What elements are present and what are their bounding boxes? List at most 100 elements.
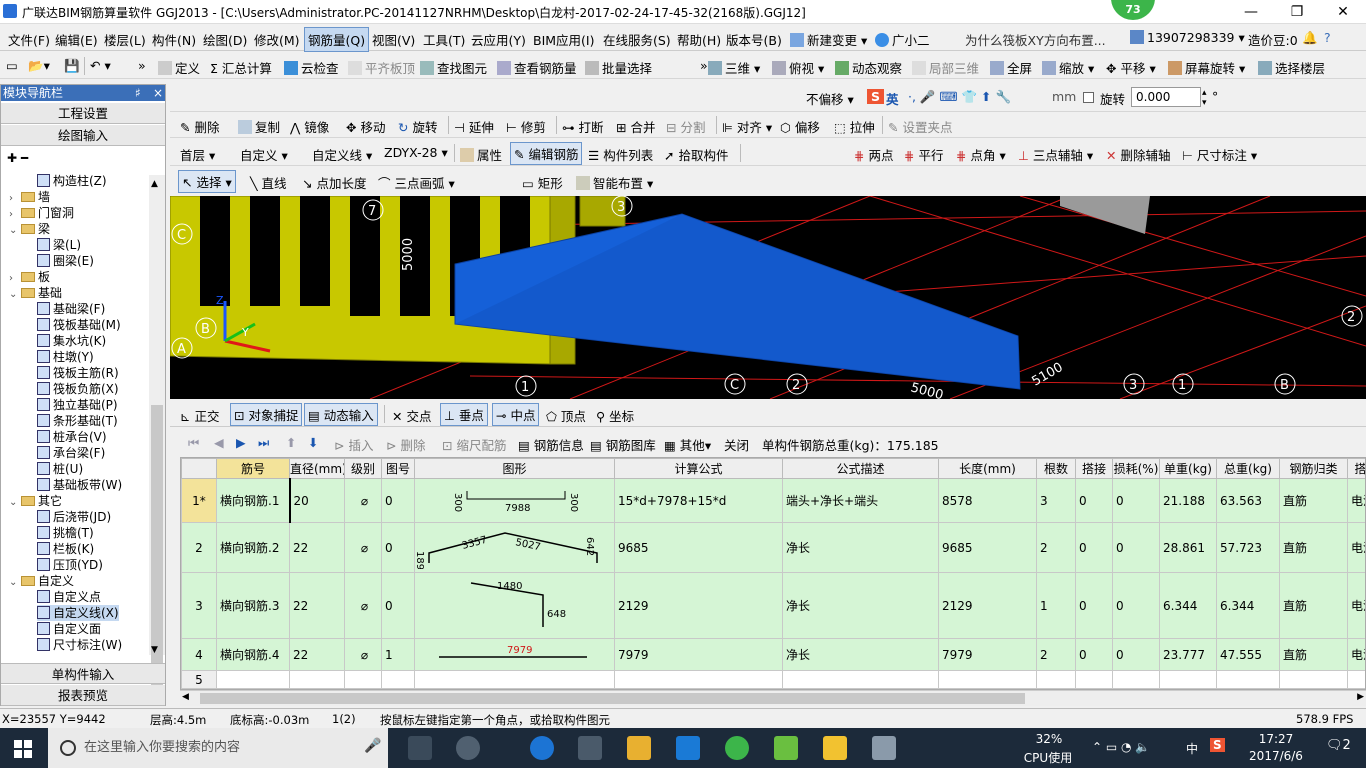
tree-item[interactable]: › 板: [9, 269, 50, 285]
collapse-icon[interactable]: ⌄: [9, 287, 19, 303]
table-cell[interactable]: [1112, 670, 1160, 689]
microphone-icon[interactable]: 🎤: [364, 738, 381, 754]
row-number[interactable]: 2: [181, 522, 217, 573]
nav-next-icon[interactable]: ▶: [236, 435, 246, 450]
insert-button[interactable]: ⊳ 插入: [334, 435, 373, 454]
taskbar-search[interactable]: 在这里输入你要搜索的内容: [48, 728, 388, 768]
local-3d-button[interactable]: 局部三维: [912, 58, 979, 77]
faq-link[interactable]: 为什么筏板XY方向布置...: [965, 30, 1106, 49]
table-cell[interactable]: 6.344: [1216, 572, 1280, 639]
rectangle-button[interactable]: ▭ 矩形: [522, 173, 563, 192]
intersection-snap-button[interactable]: ✕ 交点: [392, 406, 431, 425]
tree-item[interactable]: 构造柱(Z): [37, 173, 107, 189]
table-cell[interactable]: 电渣压力: [1347, 638, 1365, 671]
3d-viewport[interactable]: Z Y C B A 7 5000 3 1 C 2 5100 3 1 B 2 50…: [170, 196, 1366, 399]
type-select[interactable]: 自定义 ▾: [240, 145, 288, 164]
delete-axis-button[interactable]: ✕ 删除辅轴: [1106, 145, 1170, 164]
table-cell[interactable]: 净长: [782, 572, 939, 639]
table-cell[interactable]: 0: [1112, 522, 1160, 573]
menu-component[interactable]: 构件(N): [152, 30, 196, 49]
orbit-button[interactable]: 动态观察: [835, 58, 902, 77]
midpoint-snap-button[interactable]: ⊸ 中点: [492, 403, 540, 426]
collapse-icon[interactable]: ⌄: [9, 223, 19, 239]
row-number[interactable]: 4: [181, 638, 217, 671]
three-point-axis-button[interactable]: ⊥ 三点辅轴 ▾: [1018, 145, 1093, 164]
table-cell[interactable]: 7979: [938, 638, 1037, 671]
shape-cell[interactable]: 300 7988 300: [414, 478, 615, 523]
rotate-checkbox[interactable]: [1083, 92, 1094, 103]
line-tool-button[interactable]: ╲ 直线: [250, 173, 287, 192]
table-cell[interactable]: 0: [381, 572, 415, 639]
table-cell[interactable]: ⌀: [344, 522, 382, 573]
toolbar-overflow-icon-2[interactable]: »: [700, 58, 708, 73]
360-icon[interactable]: [725, 736, 749, 760]
project-settings-button[interactable]: 工程设置: [1, 103, 165, 124]
minimize-button[interactable]: —: [1228, 0, 1274, 24]
table-cell[interactable]: 47.555: [1216, 638, 1280, 671]
move-down-icon[interactable]: ⬇: [308, 435, 318, 450]
menu-modify[interactable]: 修改(M): [254, 30, 300, 49]
point-length-button[interactable]: ↘ 点加长度: [302, 173, 366, 192]
rotate-button[interactable]: ↻ 旋转: [398, 117, 437, 136]
open-folder-icon[interactable]: 📂▾: [28, 58, 50, 74]
trim-button[interactable]: ⊢ 修剪: [506, 117, 546, 136]
tree-item[interactable]: 自定义面: [37, 621, 101, 637]
break-button[interactable]: ⊶ 打断: [562, 117, 604, 136]
tree-item[interactable]: ⌄ 其它: [9, 493, 62, 509]
table-cell[interactable]: [614, 670, 783, 689]
table-cell[interactable]: ⌀: [344, 572, 382, 639]
screen-rotate-button[interactable]: 屏幕旋转 ▾: [1168, 58, 1245, 77]
offset-button[interactable]: ⬡ 偏移: [780, 117, 820, 136]
select-floor-button[interactable]: 选择楼层: [1258, 58, 1325, 77]
table-cell[interactable]: 电渣压力: [1347, 572, 1365, 639]
col-figure-no[interactable]: 图号: [381, 458, 415, 479]
shape-cell[interactable]: 1480 648: [414, 572, 615, 639]
copy-button[interactable]: 复制: [238, 117, 280, 136]
table-cell[interactable]: 直筋: [1279, 572, 1348, 639]
ime-logo-icon[interactable]: S: [867, 89, 885, 104]
split-button[interactable]: ⊟ 分割: [666, 117, 705, 136]
cloud-check-button[interactable]: 云检查: [284, 58, 339, 77]
table-cell[interactable]: 横向钢筋.3: [216, 572, 290, 639]
tree-item[interactable]: 柱墩(Y): [37, 349, 94, 365]
windows-start-icon[interactable]: [14, 740, 32, 758]
table-cell[interactable]: 22: [289, 638, 345, 671]
tree-item[interactable]: 承台梁(F): [37, 445, 105, 461]
fullscreen-button[interactable]: 全屏: [990, 58, 1032, 77]
tree-scrollbar[interactable]: ▲ ▼: [149, 175, 165, 705]
ime-mode[interactable]: 英: [886, 89, 899, 108]
table-cell[interactable]: 57.723: [1216, 522, 1280, 573]
table-cell[interactable]: 8578: [938, 478, 1037, 523]
ortho-button[interactable]: ⊾ 正交: [180, 406, 219, 425]
col-diameter[interactable]: 直径(mm): [289, 458, 345, 479]
table-cell[interactable]: 0: [1075, 638, 1113, 671]
tree-item[interactable]: 自定义线(X): [37, 605, 119, 621]
select-tool-button[interactable]: ↖ 选择 ▾: [178, 170, 236, 193]
table-cell[interactable]: 0: [1075, 572, 1113, 639]
code-select[interactable]: ZDYX-28 ▾: [384, 145, 448, 160]
table-cell[interactable]: [1036, 670, 1076, 689]
tree-item[interactable]: 自定义点: [37, 589, 101, 605]
table-cell[interactable]: 2: [1036, 638, 1076, 671]
col-grade[interactable]: 级别: [344, 458, 382, 479]
menu-view[interactable]: 视图(V): [372, 30, 415, 49]
menu-new-change[interactable]: 新建变更 ▾: [790, 30, 867, 49]
report-preview-button[interactable]: 报表预览: [1, 685, 165, 706]
scale-rebar-button[interactable]: ⊡ 缩尺配筋: [442, 435, 506, 454]
table-hscrollbar[interactable]: ◀ ▶: [180, 690, 1366, 706]
col-length[interactable]: 长度(mm): [938, 458, 1037, 479]
col-category[interactable]: 钢筋归类: [1279, 458, 1348, 479]
table-cell[interactable]: 0: [1112, 638, 1160, 671]
menu-file[interactable]: 文件(F): [8, 30, 50, 49]
help-icon[interactable]: ?: [1324, 30, 1331, 45]
table-cell[interactable]: 0: [1075, 478, 1113, 523]
object-snap-button[interactable]: ⊡ 对象捕捉: [230, 403, 303, 426]
notepad-icon[interactable]: [774, 736, 798, 760]
rotate-spinner[interactable]: ▴ ▾: [1202, 88, 1207, 108]
menu-online[interactable]: 在线服务(S): [603, 30, 671, 49]
align-button[interactable]: ⊫ 对齐 ▾: [722, 117, 772, 136]
table-cell[interactable]: 电渣压力: [1347, 478, 1365, 523]
table-cell[interactable]: 7979: [614, 638, 783, 671]
tree-item[interactable]: 桩(U): [37, 461, 83, 477]
clock-date[interactable]: 2017/6/6: [1246, 749, 1306, 763]
